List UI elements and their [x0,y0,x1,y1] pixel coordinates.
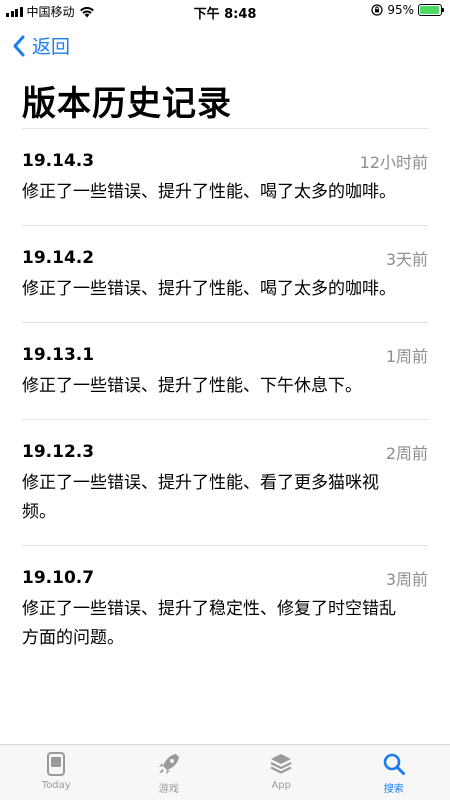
version-entry: 19.13.1 1周前 修正了一些错误、提升了性能、下午休息下。 [22,322,428,419]
back-label: 返回 [32,36,71,58]
today-icon [47,752,66,776]
battery-percent: 95% [387,3,414,17]
tab-label: App [271,780,292,791]
tab-bar: Today 游戏 App 搜索 [0,744,450,800]
release-notes: 修正了一些错误、提升了稳定性、修复了时空错乱方面的问题。 [22,599,396,648]
version-age: 3天前 [385,250,428,269]
version-list: 19.14.3 12小时前 修正了一些错误、提升了性能、喝了太多的咖啡。 19.… [22,128,428,671]
tab-label: Today [41,780,71,791]
tab-apps[interactable]: App [225,745,338,800]
version-age: 3周前 [385,570,428,589]
version-entry: 19.12.3 2周前 修正了一些错误、提升了性能、看了更多猫咪视频。 [22,419,428,545]
version-number: 19.14.2 [22,248,95,268]
version-entry: 19.14.3 12小时前 修正了一些错误、提升了性能、喝了太多的咖啡。 [22,128,428,225]
tab-today[interactable]: Today [0,745,113,800]
rocket-icon [158,754,179,774]
release-notes: 修正了一些错误、提升了性能、看了更多猫咪视频。 [22,473,379,522]
orientation-lock-icon [371,4,383,16]
tab-search[interactable]: 搜索 [338,745,450,800]
release-notes: 修正了一些错误、提升了性能、下午休息下。 [22,376,362,396]
app-stack-icon [270,754,292,774]
release-notes: 修正了一些错误、提升了性能、喝了太多的咖啡。 [22,182,396,202]
page-title: 版本历史记录 [22,84,232,124]
battery-icon [418,4,444,16]
version-entry: 19.14.2 3天前 修正了一些错误、提升了性能、喝了太多的咖啡。 [22,225,428,322]
version-age: 2周前 [385,444,428,463]
version-number: 19.14.3 [22,151,95,171]
tab-label: 游戏 [158,784,179,795]
tab-label: 搜索 [383,784,404,795]
search-icon [383,753,405,775]
version-number: 19.13.1 [22,345,95,365]
status-right: 95% [371,3,444,17]
version-number: 19.10.7 [22,568,95,588]
chevron-left-icon [13,35,25,56]
status-bar: 中国移动 下午 8:48 95% [0,0,450,22]
version-age: 12小时前 [359,153,428,172]
version-age: 1周前 [385,347,428,366]
version-number: 19.12.3 [22,442,95,462]
release-notes: 修正了一些错误、提升了性能、喝了太多的咖啡。 [22,279,396,299]
tab-games[interactable]: 游戏 [113,745,226,800]
version-entry: 19.10.7 3周前 修正了一些错误、提升了稳定性、修复了时空错乱方面的问题。 [22,545,428,671]
battery-fill [420,6,439,14]
back-button[interactable]: 返回 [12,32,70,59]
